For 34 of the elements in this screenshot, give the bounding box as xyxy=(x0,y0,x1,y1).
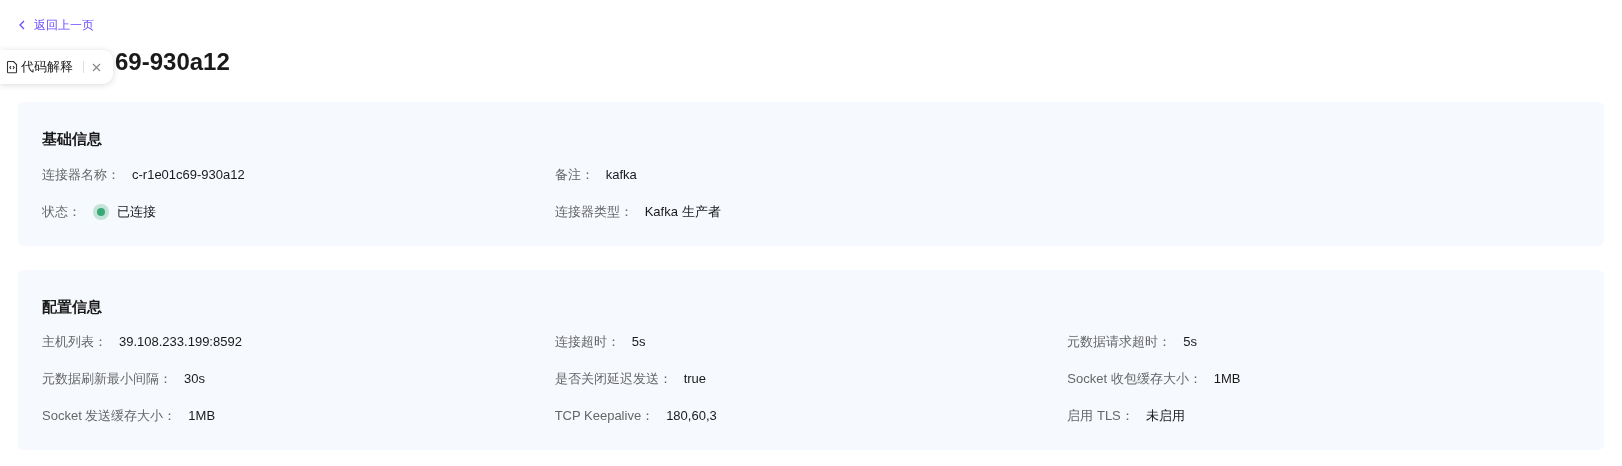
field-label: 备注： xyxy=(554,165,594,184)
field-value: c-r1e01c69-930a12 xyxy=(132,165,245,184)
popup-label: 代码解释 xyxy=(21,58,73,77)
field-label: Socket 收包缓存大小： xyxy=(1067,370,1202,389)
field-value: 1MB xyxy=(1213,370,1241,389)
field-label: 连接器类型： xyxy=(554,202,633,221)
field-value: 30s xyxy=(184,370,205,389)
field-value: kafka xyxy=(605,165,637,184)
field-label: 是否关闭延迟发送： xyxy=(554,370,672,389)
field-label: 元数据请求超时： xyxy=(1067,333,1172,352)
field-label: 连接器名称： xyxy=(42,165,120,184)
section-title: 配置信息 xyxy=(42,296,103,317)
field-label: 状态： xyxy=(42,202,81,221)
field-value: Kafka 生产者 xyxy=(644,202,721,221)
page-title: 69-930a12 xyxy=(115,47,230,77)
field-value: 39.108.233.199:8592 xyxy=(119,333,242,352)
field-label: TCP Keepalive： xyxy=(554,407,655,426)
field-value: 5s xyxy=(1183,333,1198,352)
back-link[interactable]: 返回上一页 xyxy=(18,16,94,34)
field-value: 未启用 xyxy=(1145,407,1185,426)
code-file-icon xyxy=(5,60,19,74)
chevron-left-icon xyxy=(18,20,26,30)
field-label: 主机列表： xyxy=(42,333,107,352)
field-label: 连接超时： xyxy=(554,333,620,352)
field-value: 1MB xyxy=(188,407,216,426)
field-label: Socket 发送缓存大小： xyxy=(42,407,177,426)
field-value: 已连接 xyxy=(117,202,156,221)
field-label: 元数据刷新最小间隔： xyxy=(42,370,172,389)
field-value: 5s xyxy=(631,333,646,352)
close-button[interactable] xyxy=(92,62,101,72)
field-label: 启用 TLS： xyxy=(1067,407,1134,426)
section-title: 基础信息 xyxy=(42,129,103,149)
field-value: true xyxy=(683,370,707,389)
field-value: 180,60,3 xyxy=(666,407,717,426)
